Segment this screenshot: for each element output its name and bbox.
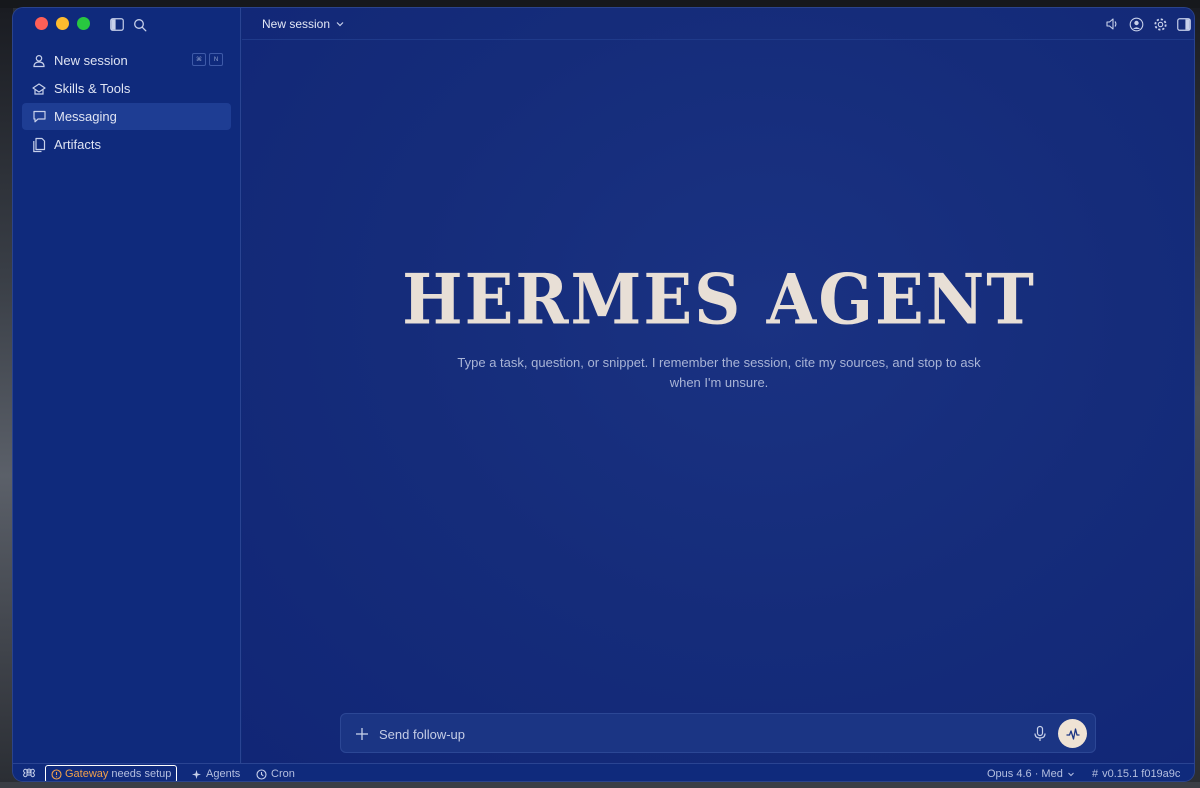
top-right-toolbar <box>1104 16 1192 32</box>
main-panel: New session HERMES AGENT Type a task, qu… <box>242 8 1194 763</box>
search-icon[interactable] <box>133 18 147 32</box>
session-selector[interactable]: New session <box>262 17 345 31</box>
sidebar-toggle-icon[interactable] <box>110 18 124 31</box>
chat-bubble-icon <box>31 109 47 125</box>
follow-up-input[interactable] <box>379 723 1019 745</box>
app-window: New session ⌘ N Skills & Tools Messaging… <box>12 7 1195 782</box>
sidebar-item-label: New session <box>54 53 128 68</box>
agents-button[interactable]: Agents <box>191 768 240 780</box>
agents-label: Agents <box>206 768 241 780</box>
sidebar-item-label: Skills & Tools <box>54 81 131 96</box>
speaker-icon[interactable] <box>1104 16 1120 32</box>
cron-label: Cron <box>271 768 295 780</box>
hero-title: HERMES AGENT <box>402 260 1036 341</box>
status-bar: Gateway needs setup Agents Cron Opus 4.6… <box>13 763 1194 781</box>
plus-icon[interactable] <box>354 726 370 742</box>
waveform-icon <box>1065 727 1080 740</box>
right-panel-toggle-icon[interactable] <box>1176 16 1192 32</box>
close-window-button[interactable] <box>35 17 48 30</box>
shortcut-key: ⌘ <box>192 53 206 66</box>
command-key-icon[interactable] <box>23 767 35 779</box>
sidebar: New session ⌘ N Skills & Tools Messaging… <box>13 8 241 763</box>
sparkle-icon <box>192 769 201 779</box>
warning-circle-icon <box>51 768 62 780</box>
gateway-status-text: needs setup <box>111 768 172 780</box>
user-account-icon[interactable] <box>1128 16 1144 32</box>
voice-send-button[interactable] <box>1058 719 1087 748</box>
gateway-status-button[interactable]: Gateway needs setup <box>45 765 178 781</box>
top-bar: New session <box>242 8 1194 40</box>
zoom-window-button[interactable] <box>77 17 90 30</box>
sidebar-item-messaging[interactable]: Messaging <box>22 103 231 130</box>
clock-icon <box>256 768 267 780</box>
version-label: v0.15.1 f019a9c <box>1102 768 1181 780</box>
new-session-icon <box>31 53 47 69</box>
session-title: New session <box>262 17 331 31</box>
sidebar-nav: New session ⌘ N Skills & Tools Messaging… <box>22 47 231 159</box>
shortcut-key: N <box>209 53 223 66</box>
window-controls <box>35 17 90 30</box>
hero-subtitle: Type a task, question, or snippet. I rem… <box>457 355 981 390</box>
documents-icon <box>31 137 47 153</box>
gateway-label: Gateway <box>65 768 109 780</box>
chevron-down-icon <box>336 22 344 27</box>
gear-icon[interactable] <box>1152 16 1168 32</box>
sidebar-item-label: Artifacts <box>54 137 101 152</box>
microphone-icon[interactable] <box>1032 725 1048 743</box>
skills-tools-icon <box>31 81 47 97</box>
hash-icon: # <box>1092 768 1099 780</box>
version-info: # v0.15.1 f019a9c <box>1092 768 1180 780</box>
sidebar-item-artifacts[interactable]: Artifacts <box>22 131 231 158</box>
chevron-down-icon <box>1067 772 1074 777</box>
cron-button[interactable]: Cron <box>256 768 295 780</box>
desktop-background-bottom <box>0 782 1200 788</box>
sidebar-item-label: Messaging <box>54 109 117 124</box>
sidebar-item-skills-tools[interactable]: Skills & Tools <box>22 75 231 102</box>
minimize-window-button[interactable] <box>56 17 69 30</box>
model-selector[interactable]: Opus 4.6 · Med <box>987 768 1075 780</box>
model-label: Opus 4.6 · Med <box>987 768 1063 780</box>
message-composer <box>340 713 1096 753</box>
keyboard-shortcut: ⌘ N <box>192 53 223 66</box>
sidebar-item-new-session[interactable]: New session ⌘ N <box>22 47 231 74</box>
